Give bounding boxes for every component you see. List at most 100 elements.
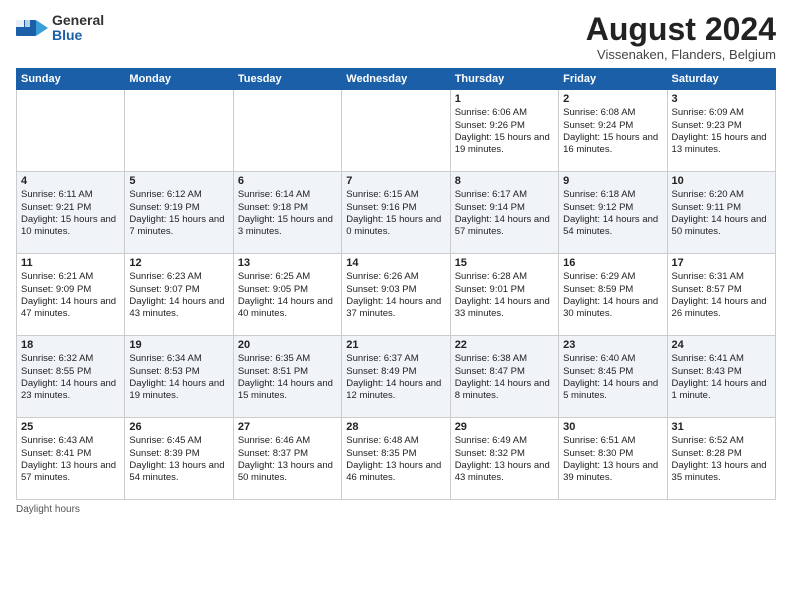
day-info-line: Sunrise: 6:06 AM [455, 107, 554, 119]
day-info-line: Sunset: 9:09 PM [21, 284, 120, 296]
day-info-line: Sunrise: 6:11 AM [21, 189, 120, 201]
day-info-line: Sunrise: 6:32 AM [21, 353, 120, 365]
day-info-line: Sunrise: 6:23 AM [129, 271, 228, 283]
day-number: 9 [563, 175, 662, 187]
day-cell: 12Sunrise: 6:23 AMSunset: 9:07 PMDayligh… [125, 254, 233, 336]
day-info-line: Sunrise: 6:43 AM [21, 435, 120, 447]
day-cell: 3 Sunrise: 6:09 AMSunset: 9:23 PMDaylight… [667, 90, 775, 172]
column-header-sunday: Sunday [17, 69, 125, 90]
day-number: 25 [21, 421, 120, 433]
day-info-line: Daylight: 14 hours and 5 minutes. [563, 378, 662, 403]
day-info-line: Daylight: 14 hours and 1 minute. [672, 378, 771, 403]
day-number: 13 [238, 257, 337, 269]
day-info-line: Daylight: 13 hours and 50 minutes. [238, 460, 337, 485]
footer: Daylight hours [16, 504, 776, 515]
day-cell: 8Sunrise: 6:17 AMSunset: 9:14 PMDaylight… [450, 172, 558, 254]
day-cell: 10Sunrise: 6:20 AMSunset: 9:11 PMDayligh… [667, 172, 775, 254]
day-info-line: Daylight: 15 hours and 16 minutes. [563, 132, 662, 157]
day-info-line: Sunrise: 6:37 AM [346, 353, 445, 365]
day-info-line: Daylight: 15 hours and 13 minutes. [672, 132, 771, 157]
logo-general-text: General [52, 13, 104, 28]
day-cell [342, 90, 450, 172]
day-cell: 18Sunrise: 6:32 AMSunset: 8:55 PMDayligh… [17, 336, 125, 418]
day-cell: 2Sunrise: 6:08 AMSunset: 9:24 PMDaylight… [559, 90, 667, 172]
day-cell [17, 90, 125, 172]
day-info-line: Sunset: 8:32 PM [455, 448, 554, 460]
header: General Blue August 2024 Vissenaken, Fla… [16, 12, 776, 62]
day-cell: 7Sunrise: 6:15 AMSunset: 9:16 PMDaylight… [342, 172, 450, 254]
day-cell: 16Sunrise: 6:29 AMSunset: 8:59 PMDayligh… [559, 254, 667, 336]
day-info-line: Sunrise: 6:45 AM [129, 435, 228, 447]
day-info-line: Sunset: 9:11 PM [672, 202, 771, 214]
day-number: 7 [346, 175, 445, 187]
day-cell: 27 Sunrise: 6:46 AMSunset: 8:37 PMDayligh… [233, 418, 341, 500]
day-info-line: Sunset: 8:43 PM [672, 366, 771, 378]
day-info-line: Sunset: 8:37 PM [238, 448, 337, 460]
day-number: 31 [672, 421, 771, 433]
day-info-line: Sunset: 9:16 PM [346, 202, 445, 214]
day-number: 23 [563, 339, 662, 351]
day-cell: 26Sunrise: 6:45 AMSunset: 8:39 PMDayligh… [125, 418, 233, 500]
day-cell: 20Sunrise: 6:35 AMSunset: 8:51 PMDayligh… [233, 336, 341, 418]
day-info-line: Daylight: 15 hours and 10 minutes. [21, 214, 120, 239]
day-number: 27 [238, 421, 337, 433]
day-info-line: Daylight: 14 hours and 40 minutes. [238, 296, 337, 321]
day-info-line: Daylight: 14 hours and 8 minutes. [455, 378, 554, 403]
day-cell: 15Sunrise: 6:28 AMSunset: 9:01 PMDayligh… [450, 254, 558, 336]
title-block: August 2024 Vissenaken, Flanders, Belgiu… [586, 12, 776, 62]
day-info-line: Daylight: 13 hours and 43 minutes. [455, 460, 554, 485]
day-info-line: Sunrise: 6:38 AM [455, 353, 554, 365]
day-number: 20 [238, 339, 337, 351]
day-info-line: Sunset: 8:49 PM [346, 366, 445, 378]
month-title: August 2024 [586, 12, 776, 47]
day-info-line: Sunset: 9:07 PM [129, 284, 228, 296]
day-info-line: Sunrise: 6:28 AM [455, 271, 554, 283]
week-row-5: 25Sunrise: 6:43 AMSunset: 8:41 PMDayligh… [17, 418, 776, 500]
day-info-line: Sunset: 9:23 PM [672, 120, 771, 132]
day-info-line: Sunset: 8:45 PM [563, 366, 662, 378]
day-info-line: Sunrise: 6:31 AM [672, 271, 771, 283]
day-info-line: Sunrise: 6:25 AM [238, 271, 337, 283]
day-info-line: Daylight: 14 hours and 26 minutes. [672, 296, 771, 321]
day-number: 19 [129, 339, 228, 351]
day-info-line: Sunset: 8:47 PM [455, 366, 554, 378]
day-cell: 14Sunrise: 6:26 AMSunset: 9:03 PMDayligh… [342, 254, 450, 336]
day-cell: 4Sunrise: 6:11 AMSunset: 9:21 PMDaylight… [17, 172, 125, 254]
logo-text: General Blue [52, 13, 104, 44]
day-info-line: Daylight: 13 hours and 54 minutes. [129, 460, 228, 485]
day-info-line: Sunrise: 6:40 AM [563, 353, 662, 365]
day-info-line: Sunrise: 6:12 AM [129, 189, 228, 201]
day-info-line: Sunset: 8:28 PM [672, 448, 771, 460]
day-cell: 6Sunrise: 6:14 AMSunset: 9:18 PMDaylight… [233, 172, 341, 254]
day-number: 10 [672, 175, 771, 187]
day-info-line: Sunrise: 6:35 AM [238, 353, 337, 365]
day-info-line: Sunset: 8:59 PM [563, 284, 662, 296]
day-number: 22 [455, 339, 554, 351]
day-number: 3 [672, 93, 771, 105]
day-info-line: Daylight: 14 hours and 33 minutes. [455, 296, 554, 321]
day-info-line: Daylight: 14 hours and 19 minutes. [129, 378, 228, 403]
day-info-line: Daylight: 13 hours and 46 minutes. [346, 460, 445, 485]
day-cell [125, 90, 233, 172]
day-number: 16 [563, 257, 662, 269]
day-number: 29 [455, 421, 554, 433]
day-info-line: Sunrise: 6:18 AM [563, 189, 662, 201]
day-info-line: Daylight: 13 hours and 57 minutes. [21, 460, 120, 485]
day-info-line: Daylight: 14 hours and 57 minutes. [455, 214, 554, 239]
day-number: 5 [129, 175, 228, 187]
column-header-monday: Monday [125, 69, 233, 90]
day-info-line: Sunset: 9:03 PM [346, 284, 445, 296]
week-row-1: 1Sunrise: 6:06 AMSunset: 9:26 PMDaylight… [17, 90, 776, 172]
day-info-line: Sunset: 9:18 PM [238, 202, 337, 214]
day-info-line: Sunrise: 6:26 AM [346, 271, 445, 283]
day-info-line: Daylight: 14 hours and 54 minutes. [563, 214, 662, 239]
day-cell: 30Sunrise: 6:51 AMSunset: 8:30 PMDayligh… [559, 418, 667, 500]
day-cell: 17Sunrise: 6:31 AMSunset: 8:57 PMDayligh… [667, 254, 775, 336]
day-info-line: Sunrise: 6:09 AM [672, 107, 771, 119]
day-cell: 19Sunrise: 6:34 AMSunset: 8:53 PMDayligh… [125, 336, 233, 418]
day-number: 11 [21, 257, 120, 269]
day-info-line: Daylight: 13 hours and 39 minutes. [563, 460, 662, 485]
day-info-line: Sunrise: 6:46 AM [238, 435, 337, 447]
day-number: 12 [129, 257, 228, 269]
day-info-line: Sunset: 9:26 PM [455, 120, 554, 132]
